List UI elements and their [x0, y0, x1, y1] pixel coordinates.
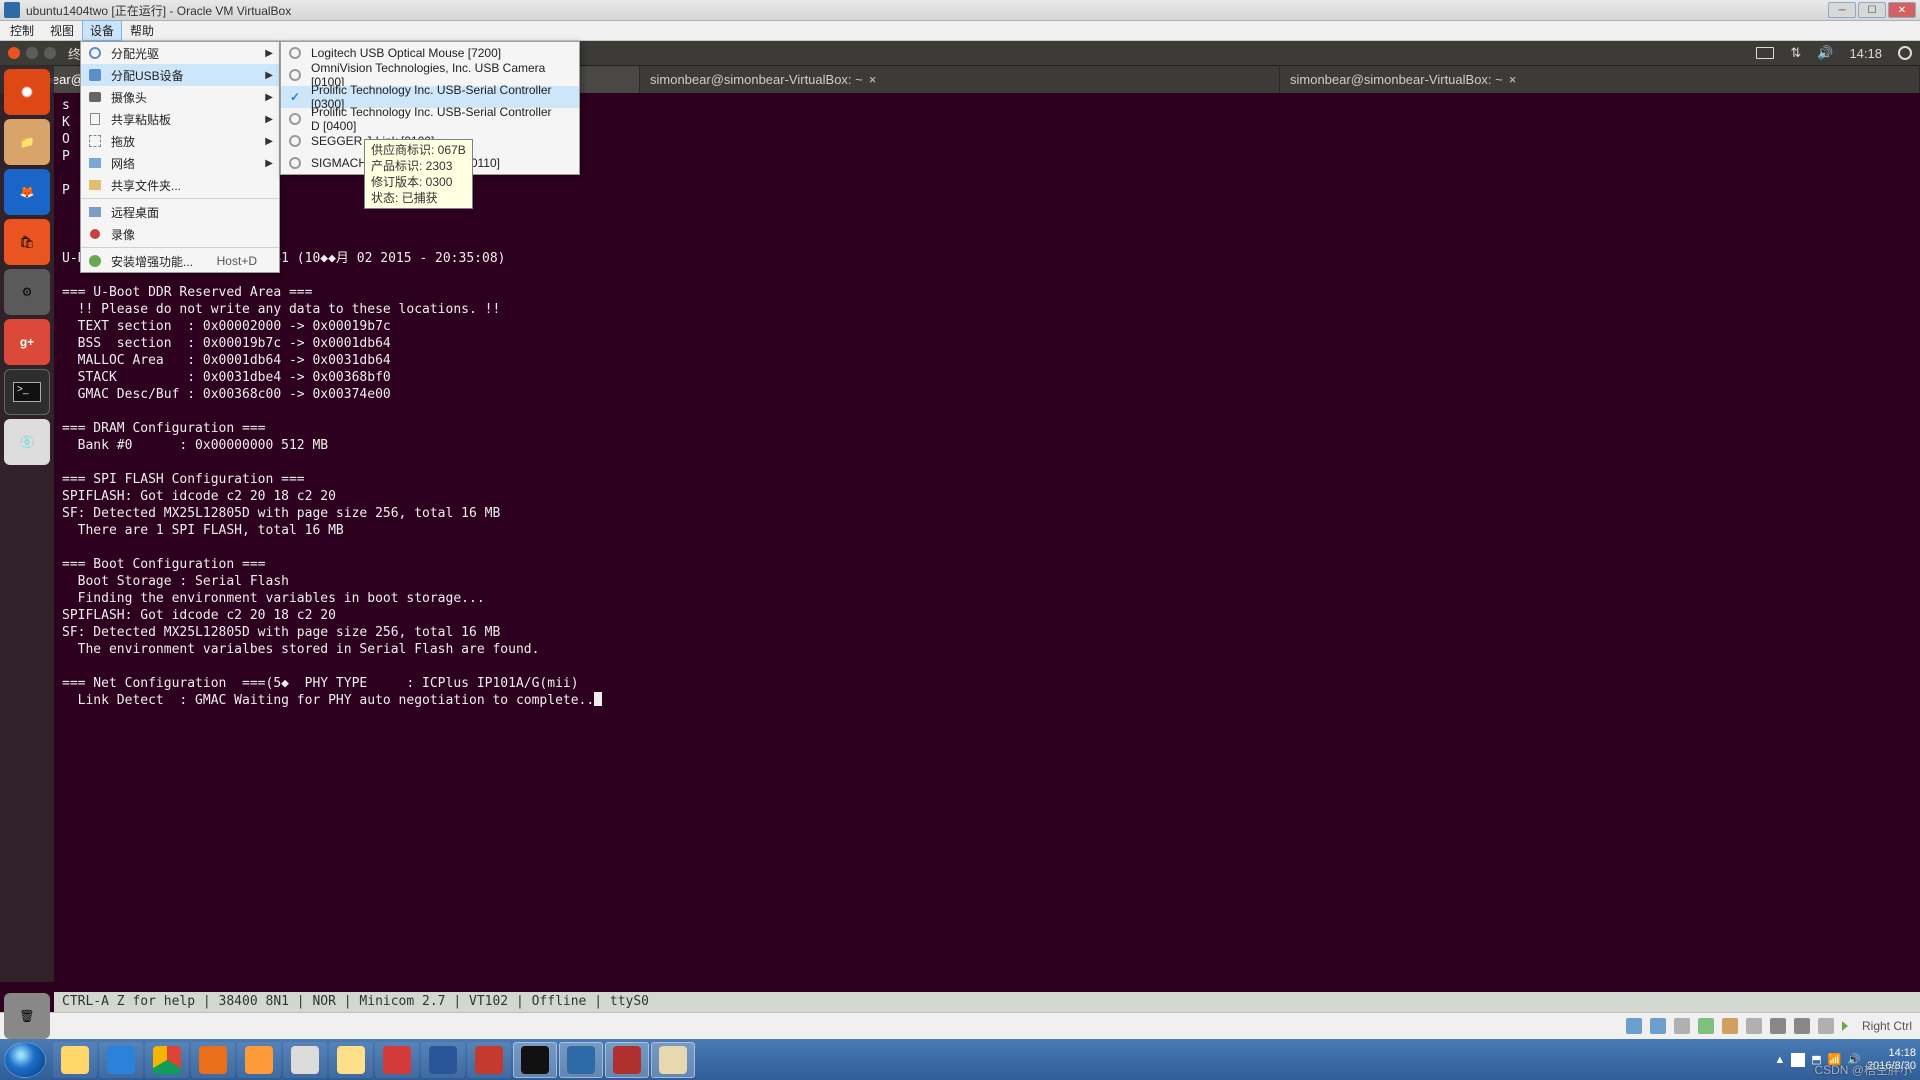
taskbar-virtualbox-icon[interactable] — [559, 1042, 603, 1078]
menu-item-dragdrop[interactable]: 拖放▶ — [81, 130, 279, 152]
taskbar-ie-icon[interactable] — [99, 1042, 143, 1078]
terminal-tab[interactable]: simonbear@simonbear-VirtualBox: ~ × — [1280, 66, 1920, 93]
tab-title: simonbear@simonbear-VirtualBox: ~ — [650, 72, 863, 87]
taskbar-paint-icon[interactable] — [651, 1042, 695, 1078]
menu-view[interactable]: 视图 — [42, 20, 82, 41]
taskbar-xcom-icon[interactable] — [605, 1042, 649, 1078]
taskbar-office-icon[interactable] — [191, 1042, 235, 1078]
devices-dropdown: 分配光驱▶ 分配USB设备▶ 摄像头▶ 共享粘贴板▶ 拖放▶ 网络▶ 共享文件夹… — [80, 41, 280, 273]
virtualbox-menubar: 控制 视图 设备 帮助 — [0, 21, 1920, 41]
sound-indicator-icon[interactable]: 🔊 — [1809, 45, 1841, 61]
maximize-button[interactable]: ☐ — [1858, 2, 1886, 18]
menu-item-network[interactable]: 网络▶ — [81, 152, 279, 174]
software-center-icon[interactable]: 🛍 — [4, 219, 50, 265]
usb-device-item[interactable]: Prolific Technology Inc. USB-Serial Cont… — [281, 108, 579, 130]
minicom-status-bar: CTRL-A Z for help | 38400 8N1 | NOR | Mi… — [54, 992, 1920, 1012]
watermark-text: CSDN @梧空胖小 — [1814, 1061, 1912, 1078]
close-button[interactable]: ✕ — [1888, 2, 1916, 18]
virtualbox-titlebar: ubuntu1404two [正在运行] - Oracle VM Virtual… — [0, 0, 1920, 21]
status-key-icon — [1842, 1021, 1848, 1031]
session-gear-icon[interactable] — [1890, 46, 1920, 60]
taskbar-explorer-icon[interactable] — [53, 1042, 97, 1078]
menu-item-guest-additions[interactable]: 安装增强功能...Host+D — [81, 250, 279, 272]
taskbar-calc-icon[interactable] — [283, 1042, 327, 1078]
menu-item-shared-folders[interactable]: 共享文件夹... — [81, 174, 279, 196]
terminal-icon[interactable] — [4, 369, 50, 415]
keyboard-indicator-icon[interactable] — [1748, 47, 1782, 59]
taskbar-wmp-icon[interactable] — [237, 1042, 281, 1078]
menu-item-remote-desktop[interactable]: 远程桌面 — [81, 201, 279, 223]
tab-title: simonbear@simonbear-VirtualBox: ~ — [1290, 72, 1503, 87]
tray-show-hidden-icon: ▲ — [1774, 1054, 1785, 1066]
firefox-icon[interactable]: 🦊 — [4, 169, 50, 215]
guest-window-close-icon[interactable] — [8, 47, 20, 59]
start-button[interactable] — [4, 1042, 46, 1078]
menu-help[interactable]: 帮助 — [122, 20, 162, 41]
clock-text[interactable]: 14:18 — [1841, 46, 1890, 61]
status-hd-icon[interactable] — [1626, 1018, 1642, 1034]
usb-device-tooltip: 供应商标识: 067B 产品标识: 2303 修订版本: 0300 状态: 已捕… — [364, 139, 473, 209]
taskbar-folder-icon[interactable] — [329, 1042, 373, 1078]
trash-icon[interactable]: 🗑 — [4, 993, 50, 1039]
dash-icon[interactable] — [4, 69, 50, 115]
windows-taskbar: ▲ ⬒ 📶 🔊 14:18 2016/8/30 — [0, 1039, 1920, 1080]
menu-devices[interactable]: 设备 — [82, 20, 122, 41]
status-optical-icon[interactable] — [1650, 1018, 1666, 1034]
guest-window-min-icon[interactable] — [26, 47, 38, 59]
taskbar-word-icon[interactable] — [421, 1042, 465, 1078]
menu-item-record[interactable]: 录像 — [81, 223, 279, 245]
menu-separator — [81, 198, 279, 199]
status-network-icon[interactable] — [1698, 1018, 1714, 1034]
taskbar-pdf-icon[interactable] — [375, 1042, 419, 1078]
tab-close-icon[interactable]: × — [1509, 72, 1517, 87]
menu-item-camera[interactable]: 摄像头▶ — [81, 86, 279, 108]
status-shared-icon[interactable] — [1722, 1018, 1738, 1034]
terminal-tab[interactable]: simonbear@simonbear-VirtualBox: ~ × — [640, 66, 1280, 93]
cursor — [594, 692, 602, 706]
terminal-output[interactable]: s K O P P special keys U-Boot 2009.06-2.… — [54, 93, 1920, 982]
taskbar-chrome-icon[interactable] — [145, 1042, 189, 1078]
status-usb-icon[interactable] — [1674, 1018, 1690, 1034]
virtualbox-icon — [4, 2, 20, 18]
guest-window-max-icon[interactable] — [44, 47, 56, 59]
tab-close-icon[interactable]: × — [869, 72, 877, 87]
menu-item-clipboard[interactable]: 共享粘贴板▶ — [81, 108, 279, 130]
network-indicator-icon[interactable]: ⇅ — [1782, 45, 1809, 61]
host-key-text: Right Ctrl — [1862, 1019, 1912, 1033]
status-mouse-icon[interactable] — [1818, 1018, 1834, 1034]
disc-icon[interactable]: 💿 — [4, 419, 50, 465]
status-display-icon[interactable] — [1746, 1018, 1762, 1034]
gplus-icon[interactable]: g+ — [4, 319, 50, 365]
virtualbox-statusbar: Right Ctrl — [0, 1012, 1920, 1039]
menu-separator — [81, 247, 279, 248]
guest-display: 终端(T) 标签(B) 帮助(H) ⇅ 🔊 14:18 simonbear@si… — [0, 41, 1920, 1012]
settings-icon[interactable]: ⚙ — [4, 269, 50, 315]
tray-action-center-icon — [1791, 1053, 1805, 1067]
check-icon: ✓ — [287, 89, 303, 105]
taskbar-cmd-icon[interactable] — [513, 1042, 557, 1078]
status-features-icon[interactable] — [1794, 1018, 1810, 1034]
menu-item-optical[interactable]: 分配光驱▶ — [81, 42, 279, 64]
menu-control[interactable]: 控制 — [2, 20, 42, 41]
files-icon[interactable]: 📁 — [4, 119, 50, 165]
window-title: ubuntu1404two [正在运行] - Oracle VM Virtual… — [26, 2, 1828, 19]
minimize-button[interactable]: ─ — [1828, 2, 1856, 18]
status-record-icon[interactable] — [1770, 1018, 1786, 1034]
menu-item-usb[interactable]: 分配USB设备▶ — [81, 64, 279, 86]
unity-launcher: 📁 🦊 🛍 ⚙ g+ 💿 🗑 — [0, 65, 54, 982]
taskbar-opera-icon[interactable] — [467, 1042, 511, 1078]
